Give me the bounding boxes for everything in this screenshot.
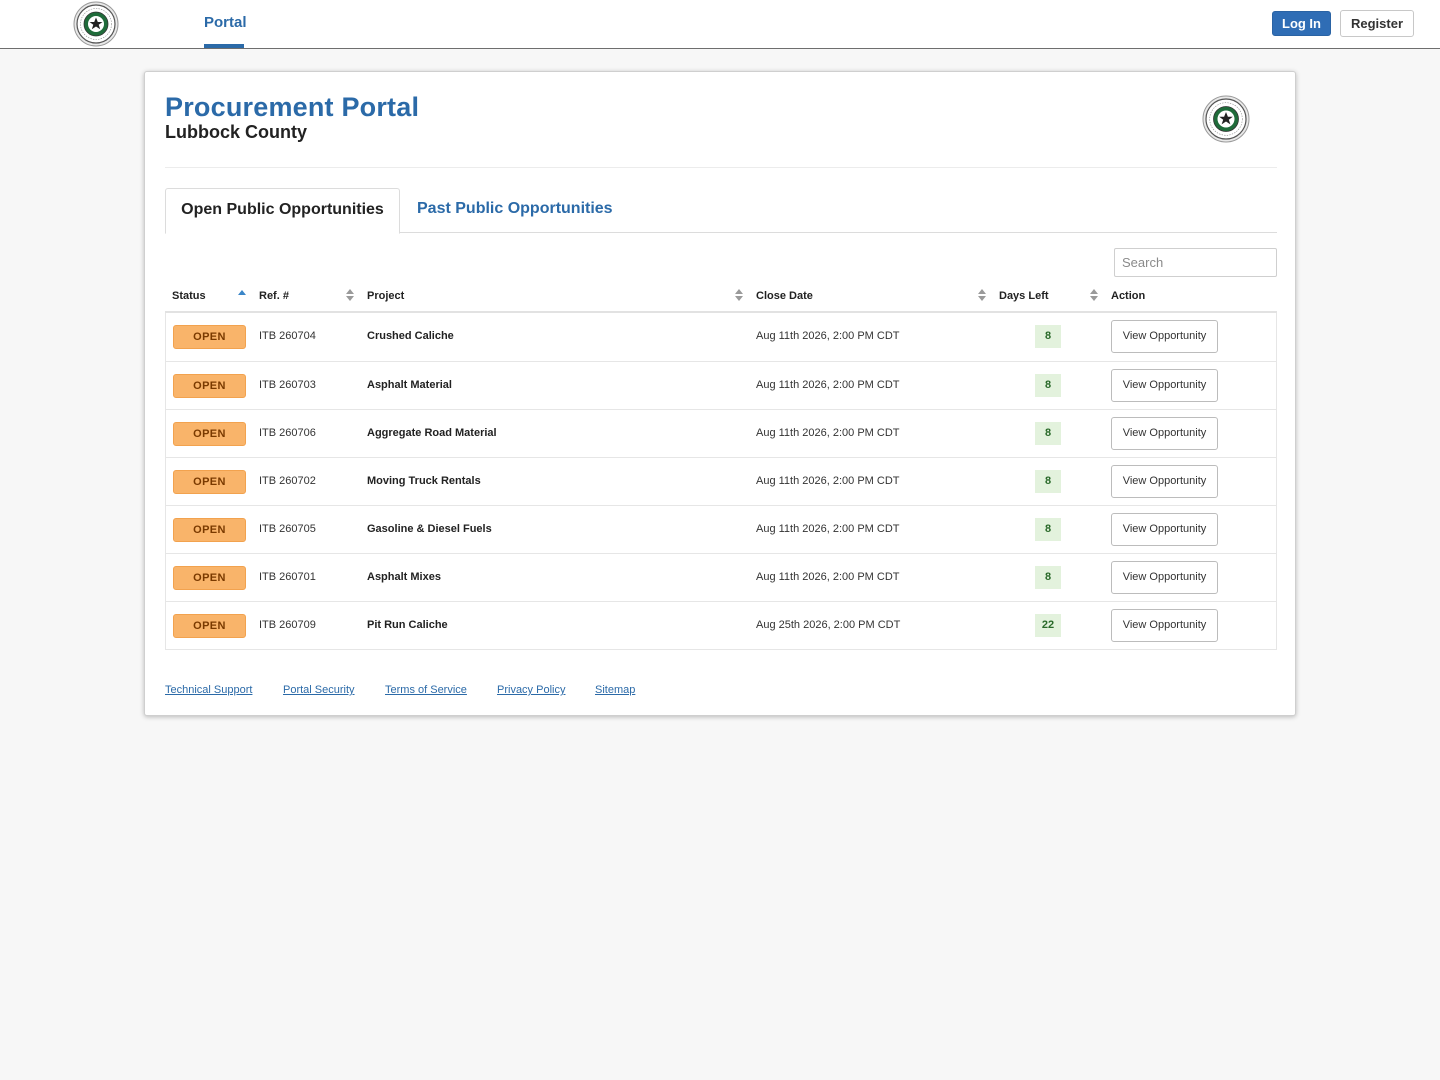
sort-both-icon[interactable] [735,288,743,302]
column-header-project[interactable]: Project [367,290,404,302]
table-row: OPEN ITB 260702 Moving Truck Rentals Aug… [166,457,1276,505]
close-date: Aug 11th 2026, 2:00 PM CDT [756,330,900,342]
status-badge: OPEN [173,325,246,349]
project-name: Asphalt Material [367,379,452,391]
view-opportunity-button[interactable]: View Opportunity [1111,417,1218,450]
days-left-badge: 8 [1035,566,1061,589]
days-left-badge: 8 [1035,518,1061,541]
status-badge: OPEN [173,566,246,590]
project-name: Aggregate Road Material [367,427,497,439]
view-opportunity-button[interactable]: View Opportunity [1111,465,1218,498]
ref-number: ITB 260701 [259,571,316,583]
header-divider [165,167,1277,168]
days-left-badge: 8 [1035,325,1061,348]
county-seal-logo[interactable] [73,1,119,47]
column-header-action: Action [1111,290,1146,302]
view-opportunity-button[interactable]: View Opportunity [1111,369,1218,402]
county-seal-icon [1202,95,1250,143]
status-badge: OPEN [173,518,246,542]
ref-number: ITB 260704 [259,330,316,342]
project-name: Crushed Caliche [367,330,454,342]
footer-link-terms-of-service[interactable]: Terms of Service [385,684,467,696]
nav-portal-link[interactable]: Portal [204,14,247,31]
ref-number: ITB 260705 [259,523,316,535]
page-subtitle: Lubbock County [165,122,307,142]
column-header-days-left[interactable]: Days Left [999,290,1049,302]
ref-number: ITB 260709 [259,619,316,631]
footer-link-privacy-policy[interactable]: Privacy Policy [497,684,565,696]
close-date: Aug 11th 2026, 2:00 PM CDT [756,523,900,535]
sort-asc-icon[interactable] [238,288,246,302]
status-badge: OPEN [173,374,246,398]
sort-both-icon[interactable] [346,288,354,302]
days-left-badge: 8 [1035,470,1061,493]
status-badge: OPEN [173,614,246,638]
table-row: OPEN ITB 260704 Crushed Caliche Aug 11th… [166,313,1276,361]
table-row: OPEN ITB 260703 Asphalt Material Aug 11t… [166,361,1276,409]
portal-card: Procurement Portal Lubbock County Open P… [144,71,1296,716]
footer-link-portal-security[interactable]: Portal Security [283,684,355,696]
days-left-badge: 22 [1035,614,1061,637]
login-button[interactable]: Log In [1272,11,1331,36]
close-date: Aug 11th 2026, 2:00 PM CDT [756,475,900,487]
table-row: OPEN ITB 260706 Aggregate Road Material … [166,409,1276,457]
sort-both-icon[interactable] [978,288,986,302]
column-header-ref[interactable]: Ref. # [259,290,289,302]
project-name: Gasoline & Diesel Fuels [367,523,492,535]
tab-past-opportunities[interactable]: Past Public Opportunities [417,188,613,232]
close-date: Aug 11th 2026, 2:00 PM CDT [756,379,900,391]
days-left-badge: 8 [1035,422,1061,445]
nav-active-indicator [204,44,244,48]
county-seal-icon [73,1,119,47]
view-opportunity-button[interactable]: View Opportunity [1111,320,1218,353]
top-navbar: Portal Log In Register [0,0,1440,49]
ref-number: ITB 260703 [259,379,316,391]
column-header-status[interactable]: Status [172,290,206,302]
view-opportunity-button[interactable]: View Opportunity [1111,609,1218,642]
view-opportunity-button[interactable]: View Opportunity [1111,513,1218,546]
search-input[interactable] [1114,248,1277,277]
table-header: Status Ref. # Project Close Date Days Le… [165,281,1277,313]
page-title: Procurement Portal [165,92,420,122]
table-row: OPEN ITB 260709 Pit Run Caliche Aug 25th… [166,601,1276,649]
register-button[interactable]: Register [1340,10,1414,37]
opportunities-table: Status Ref. # Project Close Date Days Le… [165,281,1277,650]
ref-number: ITB 260702 [259,475,316,487]
project-name: Pit Run Caliche [367,619,448,631]
project-name: Moving Truck Rentals [367,475,481,487]
view-opportunity-button[interactable]: View Opportunity [1111,561,1218,594]
days-left-badge: 8 [1035,374,1061,397]
close-date: Aug 25th 2026, 2:00 PM CDT [756,619,901,631]
table-row: OPEN ITB 260701 Asphalt Mixes Aug 11th 2… [166,553,1276,601]
table-body: OPEN ITB 260704 Crushed Caliche Aug 11th… [165,313,1277,650]
project-name: Asphalt Mixes [367,571,441,583]
status-badge: OPEN [173,422,246,446]
tab-open-opportunities[interactable]: Open Public Opportunities [165,188,400,234]
table-row: OPEN ITB 260705 Gasoline & Diesel Fuels … [166,505,1276,553]
status-badge: OPEN [173,470,246,494]
ref-number: ITB 260706 [259,427,316,439]
close-date: Aug 11th 2026, 2:00 PM CDT [756,571,900,583]
footer-link-technical-support[interactable]: Technical Support [165,684,252,696]
column-header-close-date[interactable]: Close Date [756,290,813,302]
footer-link-sitemap[interactable]: Sitemap [595,684,635,696]
sort-both-icon[interactable] [1090,288,1098,302]
card-seal-logo [1202,95,1250,143]
close-date: Aug 11th 2026, 2:00 PM CDT [756,427,900,439]
